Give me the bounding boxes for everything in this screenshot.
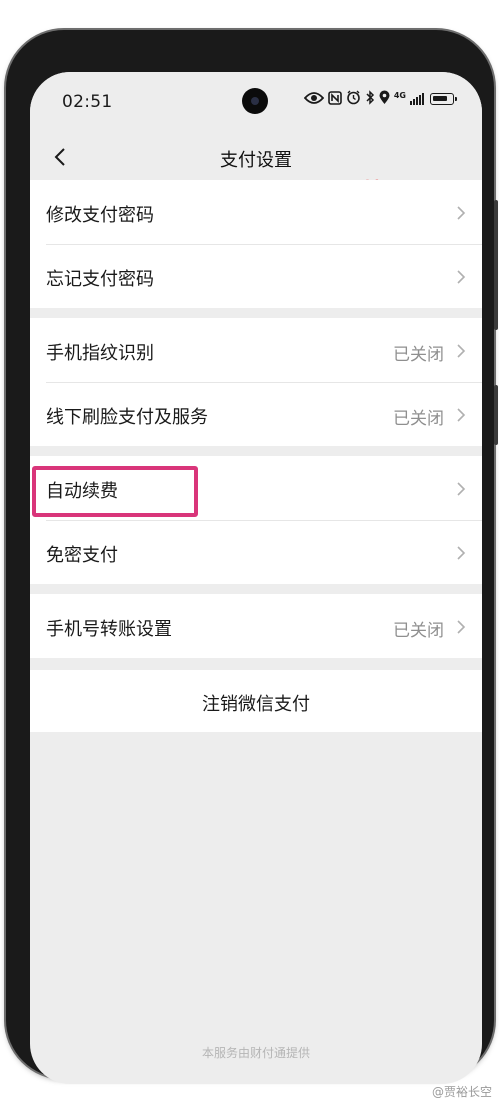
deregister-group: 注销微信支付 [30, 670, 482, 732]
signal-icon [410, 93, 424, 105]
phone-frame: 02:51 4G 支付设置 修改支付密码 忘记支付密码 手机指纹识别 已关闭 线… [6, 30, 498, 1084]
page-title: 支付设置 [220, 150, 292, 171]
alarm-icon [346, 90, 361, 108]
corner-watermark: @贾裕长空 [431, 1085, 492, 1099]
nav-bar: 支付设置 [30, 130, 482, 184]
row-status: 已关闭 [393, 621, 444, 641]
chevron-right-icon [457, 620, 466, 634]
transfer-group: 手机号转账设置 已关闭 [30, 594, 482, 658]
screen: 02:51 4G 支付设置 修改支付密码 忘记支付密码 手机指纹识别 已关闭 线… [30, 72, 482, 1084]
row-status: 已关闭 [393, 409, 444, 429]
password-group: 修改支付密码 忘记支付密码 [30, 180, 482, 308]
footer-note: 本服务由财付通提供 [201, 1046, 310, 1060]
chevron-right-icon [457, 408, 466, 422]
chevron-right-icon [457, 482, 466, 496]
status-bar: 02:51 4G [30, 72, 482, 130]
face-pay-row[interactable]: 线下刷脸支付及服务 已关闭 [30, 382, 482, 446]
row-label: 忘记支付密码 [46, 269, 154, 290]
front-camera [242, 88, 268, 114]
deregister-button[interactable]: 注销微信支付 [30, 670, 482, 732]
network-type: 4G [393, 91, 406, 100]
power-button [494, 200, 498, 330]
password-free-pay-row[interactable]: 免密支付 [30, 520, 482, 584]
row-label: 修改支付密码 [46, 205, 154, 226]
deregister-label: 注销微信支付 [202, 694, 310, 715]
fingerprint-row[interactable]: 手机指纹识别 已关闭 [30, 318, 482, 382]
chevron-right-icon [457, 344, 466, 358]
biometric-group: 手机指纹识别 已关闭 线下刷脸支付及服务 已关闭 [30, 318, 482, 446]
auto-renewal-row[interactable]: 自动续费 [30, 456, 482, 520]
bluetooth-icon [365, 90, 375, 108]
chevron-right-icon [457, 270, 466, 284]
status-time: 02:51 [62, 92, 113, 112]
location-icon [379, 90, 390, 108]
row-label: 免密支付 [46, 545, 118, 566]
row-label: 线下刷脸支付及服务 [46, 407, 208, 428]
nfc-icon [328, 90, 342, 108]
row-label: 手机号转账设置 [46, 619, 172, 640]
change-password-row[interactable]: 修改支付密码 [30, 180, 482, 244]
payment-group: 自动续费 免密支付 [30, 456, 482, 584]
chevron-right-icon [457, 546, 466, 560]
chevron-right-icon [457, 206, 466, 220]
row-status: 已关闭 [393, 345, 444, 365]
eye-icon [303, 91, 325, 108]
phone-transfer-row[interactable]: 手机号转账设置 已关闭 [30, 594, 482, 658]
battery-icon [430, 93, 457, 105]
battery-fill [433, 96, 447, 101]
volume-button [494, 385, 498, 445]
row-label: 自动续费 [46, 481, 118, 502]
row-label: 手机指纹识别 [46, 343, 154, 364]
forgot-password-row[interactable]: 忘记支付密码 [30, 244, 482, 308]
status-icons: 4G [303, 90, 457, 108]
